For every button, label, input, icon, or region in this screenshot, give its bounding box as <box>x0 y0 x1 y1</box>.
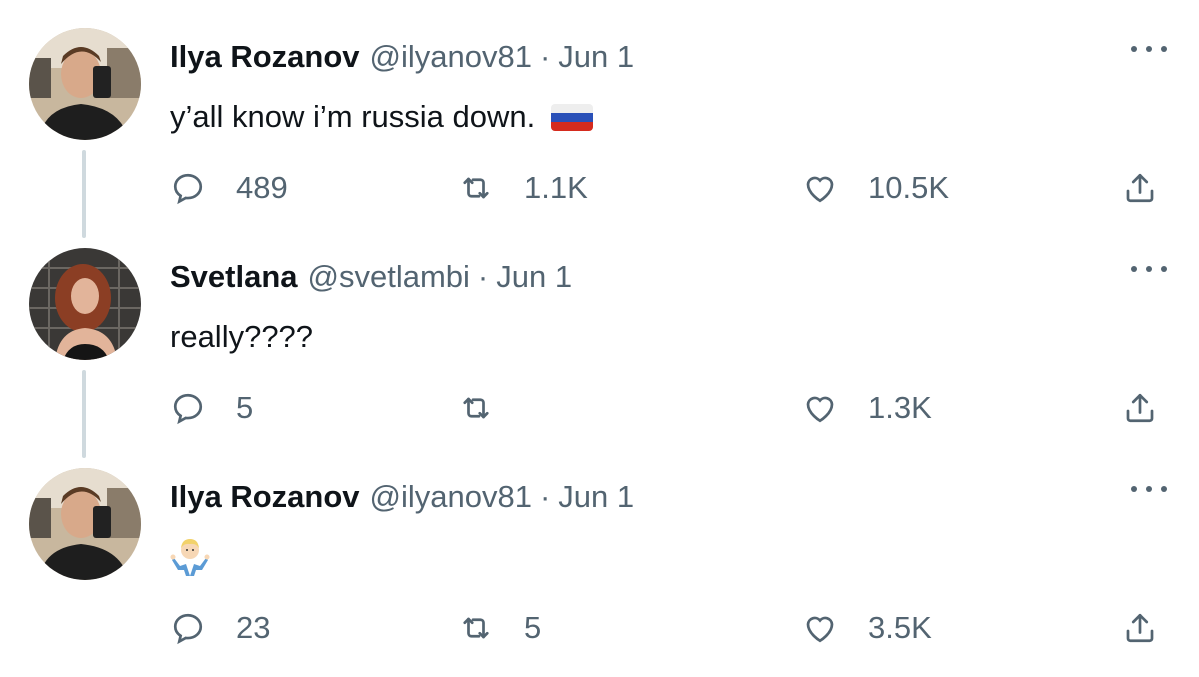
separator: · <box>539 39 551 74</box>
reply-icon <box>173 613 203 645</box>
heart-icon <box>806 616 834 643</box>
reply-count: 5 <box>236 390 254 425</box>
avatar-ilya[interactable] <box>29 28 141 140</box>
reply-icon <box>173 393 203 425</box>
retweet-icon <box>463 617 489 639</box>
share-button[interactable] <box>1122 385 1158 431</box>
reply-icon <box>173 173 203 205</box>
retweet-icon <box>463 177 489 199</box>
heart-icon <box>806 396 834 423</box>
share-button[interactable] <box>1122 165 1158 211</box>
avatar-ilya-image <box>29 28 141 140</box>
like-button[interactable]: 1.3K <box>802 385 932 431</box>
tweet-text-content: really???? <box>170 319 314 354</box>
tweet-date[interactable]: Jun 1 <box>558 36 634 78</box>
author-handle[interactable]: @ilyanov81 <box>370 476 532 518</box>
author-name[interactable]: Ilya Rozanov <box>170 476 360 518</box>
tweet-actions: 23 5 3.5K <box>0 605 1199 651</box>
reply-button[interactable]: 23 <box>170 605 270 651</box>
tweet-date[interactable]: Jun 1 <box>558 476 634 518</box>
reply-button[interactable]: 5 <box>170 385 253 431</box>
man-shrugging-icon <box>170 536 210 576</box>
share-icon <box>1126 393 1154 423</box>
tweet-actions: 489 1.1K 10.5K <box>0 165 1199 211</box>
tweet-3[interactable]: Ilya Rozanov @ilyanov81 · Jun 1 23 5 3.5… <box>0 440 1199 660</box>
more-icon[interactable] <box>1131 260 1167 278</box>
share-button[interactable] <box>1122 605 1158 651</box>
avatar-svetlana[interactable] <box>29 248 141 360</box>
more-icon[interactable] <box>1131 40 1167 58</box>
author-handle[interactable]: @svetlambi <box>308 256 470 298</box>
author-handle[interactable]: @ilyanov81 <box>370 36 532 78</box>
tweet-text: really???? <box>170 316 313 358</box>
tweet-header: Ilya Rozanov @ilyanov81 · Jun 1 <box>170 36 634 78</box>
avatar-ilya-image <box>29 468 141 580</box>
retweet-count: 1.1K <box>524 170 588 205</box>
reply-count: 23 <box>236 610 271 645</box>
reply-button[interactable]: 489 <box>170 165 288 211</box>
tweet-header: Svetlana @svetlambi · Jun 1 <box>170 256 572 298</box>
reply-count: 489 <box>236 170 288 205</box>
tweet-2[interactable]: Svetlana @svetlambi · Jun 1 really???? 5… <box>0 220 1199 458</box>
retweet-button[interactable]: 1.1K <box>458 165 588 211</box>
tweet-text <box>170 536 210 576</box>
retweet-button[interactable] <box>458 385 524 431</box>
avatar-ilya[interactable] <box>29 468 141 580</box>
author-name[interactable]: Ilya Rozanov <box>170 36 360 78</box>
heart-icon <box>806 176 834 203</box>
like-button[interactable]: 10.5K <box>802 165 949 211</box>
retweet-count: 5 <box>524 610 542 645</box>
tweet-header: Ilya Rozanov @ilyanov81 · Jun 1 <box>170 476 634 518</box>
more-icon[interactable] <box>1131 480 1167 498</box>
tweet-text: y’all know i’m russia down. <box>170 96 594 138</box>
russia-flag-icon <box>551 103 594 131</box>
like-button[interactable]: 3.5K <box>802 605 932 651</box>
retweet-icon <box>463 397 489 419</box>
like-count: 1.3K <box>868 390 932 425</box>
author-name[interactable]: Svetlana <box>170 256 298 298</box>
retweet-button[interactable]: 5 <box>458 605 541 651</box>
tweet-1[interactable]: Ilya Rozanov @ilyanov81 · Jun 1 y’all kn… <box>0 0 1199 238</box>
separator: · <box>477 259 489 294</box>
separator: · <box>539 479 551 514</box>
avatar-svetlana-image <box>29 248 141 360</box>
share-icon <box>1126 613 1154 643</box>
like-count: 10.5K <box>868 170 950 205</box>
tweet-date[interactable]: Jun 1 <box>496 256 572 298</box>
like-count: 3.5K <box>868 610 932 645</box>
tweet-text-content: y’all know i’m russia down. <box>170 99 536 134</box>
share-icon <box>1126 173 1154 203</box>
tweet-actions: 5 1.3K <box>0 385 1199 431</box>
